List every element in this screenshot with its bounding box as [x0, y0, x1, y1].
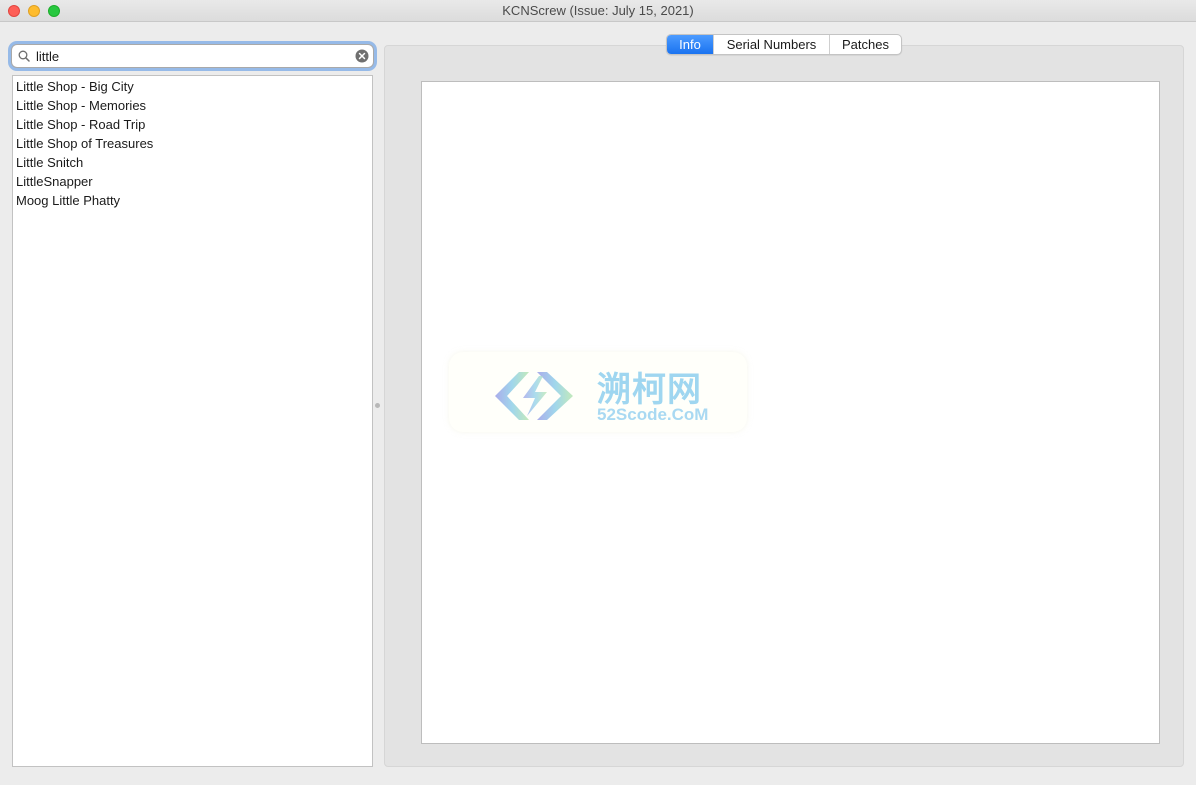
app-window: KCNScrew (Issue: July 15, 2021) Little S…	[0, 0, 1196, 785]
list-item[interactable]: Moog Little Phatty	[13, 191, 372, 210]
list-item[interactable]: LittleSnapper	[13, 172, 372, 191]
title-bar[interactable]: KCNScrew (Issue: July 15, 2021)	[0, 0, 1196, 22]
list-item[interactable]: Little Shop of Treasures	[13, 134, 372, 153]
list-item[interactable]: Little Shop - Memories	[13, 96, 372, 115]
watermark-title: 溯柯网	[597, 371, 702, 409]
app-list[interactable]: Little Shop - Big City Little Shop - Mem…	[12, 75, 373, 767]
search-input[interactable]	[36, 47, 336, 65]
watermark-subtitle: 52Scode.CoM	[597, 405, 709, 424]
list-item[interactable]: Little Shop - Road Trip	[13, 115, 372, 134]
tab-serial-numbers[interactable]: Serial Numbers	[713, 35, 829, 54]
clear-search-icon[interactable]	[355, 49, 369, 63]
window-title: KCNScrew (Issue: July 15, 2021)	[502, 3, 694, 18]
watermark: 溯柯网 52Scode.CoM	[449, 352, 747, 432]
search-icon	[18, 50, 30, 62]
tab-info[interactable]: Info	[667, 35, 713, 54]
list-item[interactable]: Little Snitch	[13, 153, 372, 172]
search-field[interactable]	[11, 44, 374, 68]
watermark-logo-icon	[495, 372, 573, 420]
tab-patches[interactable]: Patches	[829, 35, 901, 54]
segmented-tab-control: Info Serial Numbers Patches	[666, 34, 902, 55]
list-item[interactable]: Little Shop - Big City	[13, 77, 372, 96]
split-view-handle[interactable]	[375, 403, 380, 408]
